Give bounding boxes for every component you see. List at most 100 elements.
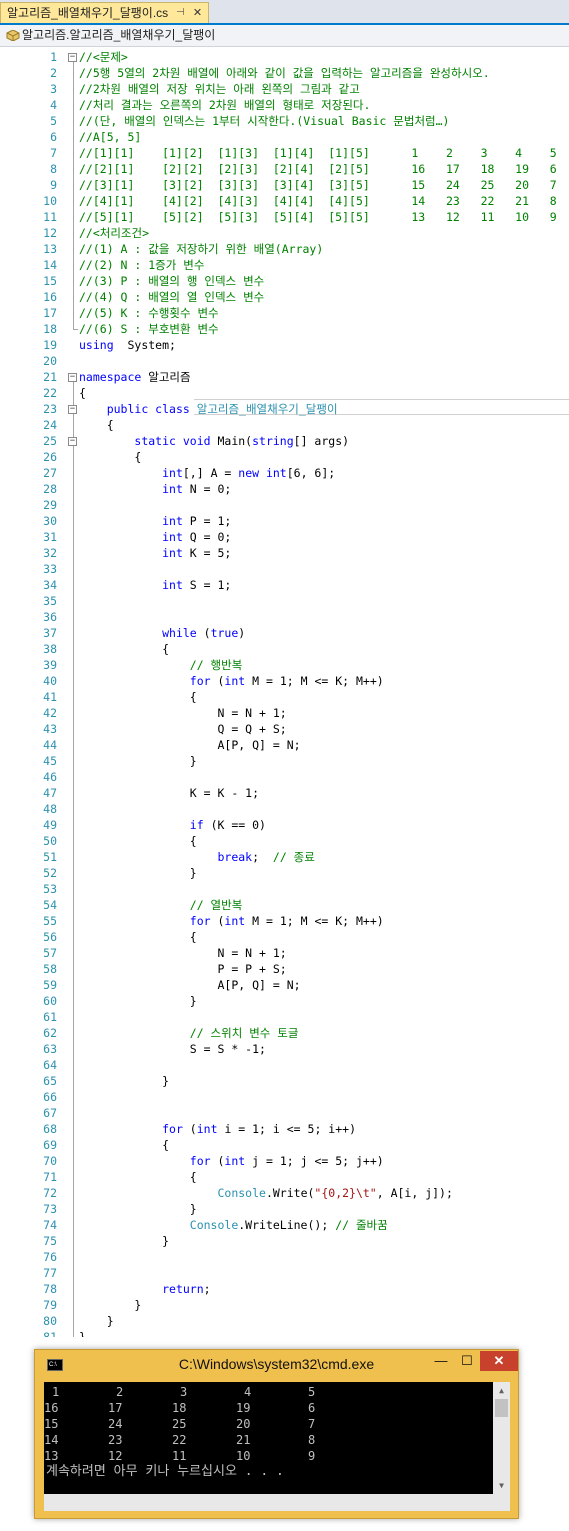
collapse-icon[interactable]: − bbox=[68, 405, 77, 414]
console-output[interactable]: 계속하려면 아무 키나 누르십시오 . . . 1 2 3 4 5 16 17 18 19 6 15… bbox=[44, 1382, 493, 1494]
code-line[interactable]: 14 //(2) N : 1증가 변수 bbox=[0, 257, 569, 273]
code-line[interactable]: 53 bbox=[0, 881, 569, 897]
code-line[interactable]: 34 int S = 1; bbox=[0, 577, 569, 593]
code-line[interactable]: 78 return; bbox=[0, 1281, 569, 1297]
code-line[interactable]: 2 //5행 5열의 2차원 배열에 아래와 같이 값을 입력하는 알고리즘을 완… bbox=[0, 65, 569, 81]
code-line[interactable]: 28 int N = 0; bbox=[0, 481, 569, 497]
code-line[interactable]: 67 bbox=[0, 1105, 569, 1121]
code-line[interactable]: 69 { bbox=[0, 1137, 569, 1153]
code-line[interactable]: 9 //[3][1] [3][2] [3][3] [3][4] [3][5] 15… bbox=[0, 177, 569, 193]
code-line[interactable]: 51 break; // 종료 bbox=[0, 849, 569, 865]
minimize-button[interactable]: — bbox=[428, 1351, 454, 1371]
code-line[interactable]: 41 { bbox=[0, 689, 569, 705]
code-line[interactable]: 60 } bbox=[0, 993, 569, 1009]
code-line[interactable]: 74 Console.WriteLine(); // 줄바꿈 bbox=[0, 1217, 569, 1233]
code-line[interactable]: 49 if (K == 0) bbox=[0, 817, 569, 833]
code-line[interactable]: 29 bbox=[0, 497, 569, 513]
code-line[interactable]: 4 //처리 결과는 오른쪽의 2차원 배열의 형태로 저장된다. bbox=[0, 97, 569, 113]
code-line[interactable]: 79 } bbox=[0, 1297, 569, 1313]
code-line[interactable]: 13 //(1) A : 값을 저장하기 위한 배열(Array) bbox=[0, 241, 569, 257]
close-button[interactable]: ✕ bbox=[480, 1351, 518, 1371]
code-line[interactable]: 12 //<처리조건> bbox=[0, 225, 569, 241]
code-line[interactable]: 11 //[5][1] [5][2] [5][3] [5][4] [5][5] 1… bbox=[0, 209, 569, 225]
code-line[interactable]: 37 while (true) bbox=[0, 625, 569, 641]
code-line[interactable]: 5 //(단, 배열의 인덱스는 1부터 시작한다.(Visual Basic 문… bbox=[0, 113, 569, 129]
code-line[interactable]: 8 //[2][1] [2][2] [2][3] [2][4] [2][5] 16… bbox=[0, 161, 569, 177]
pin-icon[interactable]: ⊣ bbox=[176, 3, 185, 23]
code-line[interactable]: 73 } bbox=[0, 1201, 569, 1217]
code-line[interactable]: 24 { bbox=[0, 417, 569, 433]
code-line[interactable]: 59 A[P, Q] = N; bbox=[0, 977, 569, 993]
maximize-button[interactable]: ☐ bbox=[454, 1351, 480, 1371]
navigation-bar[interactable]: 알고리즘.알고리즘_배열채우기_달팽이 bbox=[0, 25, 569, 47]
code-line[interactable]: 71 { bbox=[0, 1169, 569, 1185]
vertical-scrollbar[interactable]: ▲ ▼ bbox=[493, 1382, 510, 1494]
code-line[interactable]: 56 { bbox=[0, 929, 569, 945]
code-line[interactable]: 42 N = N + 1; bbox=[0, 705, 569, 721]
code-line[interactable]: 19 using System; bbox=[0, 337, 569, 353]
code-line[interactable]: 47 K = K - 1; bbox=[0, 785, 569, 801]
code-line[interactable]: 10 //[4][1] [4][2] [4][3] [4][4] [4][5] 1… bbox=[0, 193, 569, 209]
code-line[interactable]: 64 bbox=[0, 1057, 569, 1073]
code-line[interactable]: 30 int P = 1; bbox=[0, 513, 569, 529]
code-line[interactable]: 80 } bbox=[0, 1313, 569, 1329]
code-line[interactable]: 17 //(5) K : 수행횟수 변수 bbox=[0, 305, 569, 321]
code-line[interactable]: 46 bbox=[0, 769, 569, 785]
code-line[interactable]: 65 } bbox=[0, 1073, 569, 1089]
code-line[interactable]: 25 static void Main(string[] args) bbox=[0, 433, 569, 449]
code-line[interactable]: 58 P = P + S; bbox=[0, 961, 569, 977]
code-line[interactable]: 27 int[,] A = new int[6, 6]; bbox=[0, 465, 569, 481]
scroll-down-icon[interactable]: ▼ bbox=[493, 1477, 510, 1494]
code-line[interactable]: 22 { bbox=[0, 385, 569, 401]
code-line[interactable]: 62 // 스위치 변수 토글 bbox=[0, 1025, 569, 1041]
code-line[interactable]: 3 //2차원 배열의 저장 위치는 아래 왼쪽의 그림과 같고 bbox=[0, 81, 569, 97]
code-line[interactable]: 66 bbox=[0, 1089, 569, 1105]
code-line[interactable]: 32 int K = 5; bbox=[0, 545, 569, 561]
code-line[interactable]: 70 for (int j = 1; j <= 5; j++) bbox=[0, 1153, 569, 1169]
code-line[interactable]: 81} bbox=[0, 1329, 569, 1337]
code-line[interactable]: 52 } bbox=[0, 865, 569, 881]
code-line[interactable]: 43 Q = Q + S; bbox=[0, 721, 569, 737]
code-editor[interactable]: 1 //<문제> 2 //5행 5열의 2차원 배열에 아래와 같이 값을 입력하는 … bbox=[0, 47, 569, 1337]
code-line[interactable]: 54 // 열반복 bbox=[0, 897, 569, 913]
code-line[interactable]: 55 for (int M = 1; M <= K; M++) bbox=[0, 913, 569, 929]
code-line[interactable]: 26 { bbox=[0, 449, 569, 465]
type-dropdown[interactable]: 알고리즘.알고리즘_배열채우기_달팽이 bbox=[22, 25, 215, 46]
code-line[interactable]: 33 bbox=[0, 561, 569, 577]
document-tab[interactable]: 알고리즘_배열채우기_달팽이.cs ⊣ ✕ bbox=[0, 2, 210, 23]
code-line[interactable]: 61 bbox=[0, 1009, 569, 1025]
horizontal-scrollbar[interactable] bbox=[44, 1494, 510, 1511]
code-line[interactable]: 76 bbox=[0, 1249, 569, 1265]
scroll-up-icon[interactable]: ▲ bbox=[493, 1382, 510, 1399]
code-line[interactable]: 23 public class 알고리즘_배열채우기_달팽이 bbox=[0, 401, 569, 417]
code-line[interactable]: 7 //[1][1] [1][2] [1][3] [1][4] [1][5] 1 … bbox=[0, 145, 569, 161]
code-line[interactable]: 36 bbox=[0, 609, 569, 625]
code-line[interactable]: 68 for (int i = 1; i <= 5; i++) bbox=[0, 1121, 569, 1137]
console-window[interactable]: C:\ C:\Windows\system32\cmd.exe — ☐ ✕ 계속… bbox=[34, 1349, 519, 1519]
code-line[interactable]: 48 bbox=[0, 801, 569, 817]
code-line[interactable]: 50 { bbox=[0, 833, 569, 849]
code-line[interactable]: 20 bbox=[0, 353, 569, 369]
code-line[interactable]: 63 S = S * -1; bbox=[0, 1041, 569, 1057]
collapse-icon[interactable]: − bbox=[68, 53, 77, 62]
collapse-icon[interactable]: − bbox=[68, 437, 77, 446]
scroll-thumb[interactable] bbox=[495, 1399, 508, 1417]
code-line[interactable]: 16 //(4) Q : 배열의 열 인덱스 변수 bbox=[0, 289, 569, 305]
code-line[interactable]: 77 bbox=[0, 1265, 569, 1281]
code-line[interactable]: 35 bbox=[0, 593, 569, 609]
code-line[interactable]: 38 { bbox=[0, 641, 569, 657]
code-line[interactable]: 44 A[P, Q] = N; bbox=[0, 737, 569, 753]
code-line[interactable]: 18 //(6) S : 부호변환 변수 bbox=[0, 321, 569, 337]
code-line[interactable]: 31 int Q = 0; bbox=[0, 529, 569, 545]
code-line[interactable]: 57 N = N + 1; bbox=[0, 945, 569, 961]
code-line[interactable]: 21 namespace 알고리즘 bbox=[0, 369, 569, 385]
code-line[interactable]: 1 //<문제> bbox=[0, 49, 569, 65]
collapse-icon[interactable]: − bbox=[68, 373, 77, 382]
code-line[interactable]: 72 Console.Write("{0,2}\t", A[i, j]); bbox=[0, 1185, 569, 1201]
close-tab-icon[interactable]: ✕ bbox=[193, 3, 202, 23]
code-line[interactable]: 15 //(3) P : 배열의 행 인덱스 변수 bbox=[0, 273, 569, 289]
code-line[interactable]: 39 // 행반복 bbox=[0, 657, 569, 673]
code-line[interactable]: 6 //A[5, 5] bbox=[0, 129, 569, 145]
code-line[interactable]: 40 for (int M = 1; M <= K; M++) bbox=[0, 673, 569, 689]
code-line[interactable]: 45 } bbox=[0, 753, 569, 769]
